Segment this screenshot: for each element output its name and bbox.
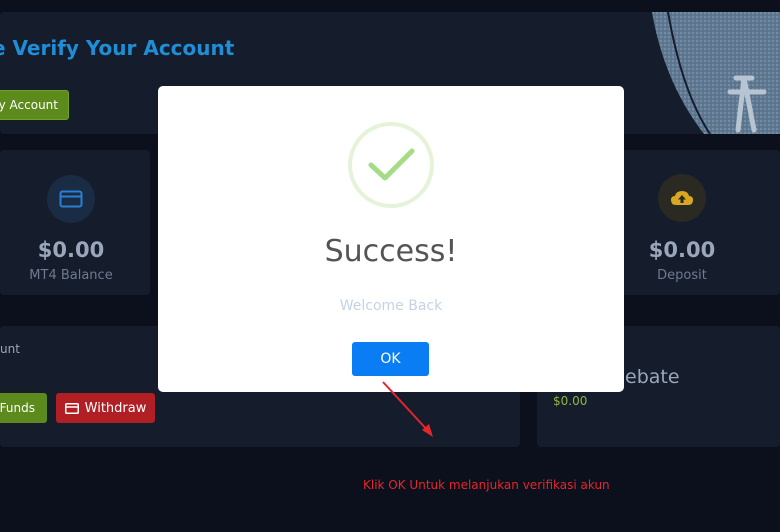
mt4-balance-label: MT4 Balance (29, 268, 113, 283)
card-icon (47, 175, 95, 223)
card-icon (64, 402, 79, 414)
withdraw-label: Withdraw (84, 400, 147, 416)
deposit-card: $0.00 Deposit (620, 150, 780, 295)
modal-message: Welcome Back (339, 298, 443, 314)
verify-account-title: e Verify Your Account (0, 36, 235, 60)
ok-button[interactable]: OK (352, 342, 429, 376)
rebate-value: $0.00 (553, 394, 588, 408)
mt4-balance-card: $0.00 MT4 Balance (0, 150, 150, 295)
withdraw-button[interactable]: Withdraw (56, 393, 155, 423)
account-label: unt (0, 342, 20, 356)
success-modal: Success! Welcome Back OK (158, 86, 624, 392)
rebate-title: ebate (625, 366, 680, 388)
annotation-text: Klik OK Untuk melanjukan verifikasi akun (363, 478, 610, 492)
add-funds-button[interactable]: Funds (0, 393, 47, 423)
success-check-icon (348, 122, 434, 208)
modal-title: Success! (324, 234, 458, 269)
verify-account-button[interactable]: y Account (0, 90, 69, 120)
annotation-arrow-icon (382, 381, 433, 437)
mt4-balance-value: $0.00 (37, 238, 105, 262)
world-map-image (652, 12, 780, 134)
deposit-label: Deposit (657, 268, 707, 283)
deposit-value: $0.00 (648, 238, 716, 262)
cloud-upload-icon (658, 174, 706, 222)
